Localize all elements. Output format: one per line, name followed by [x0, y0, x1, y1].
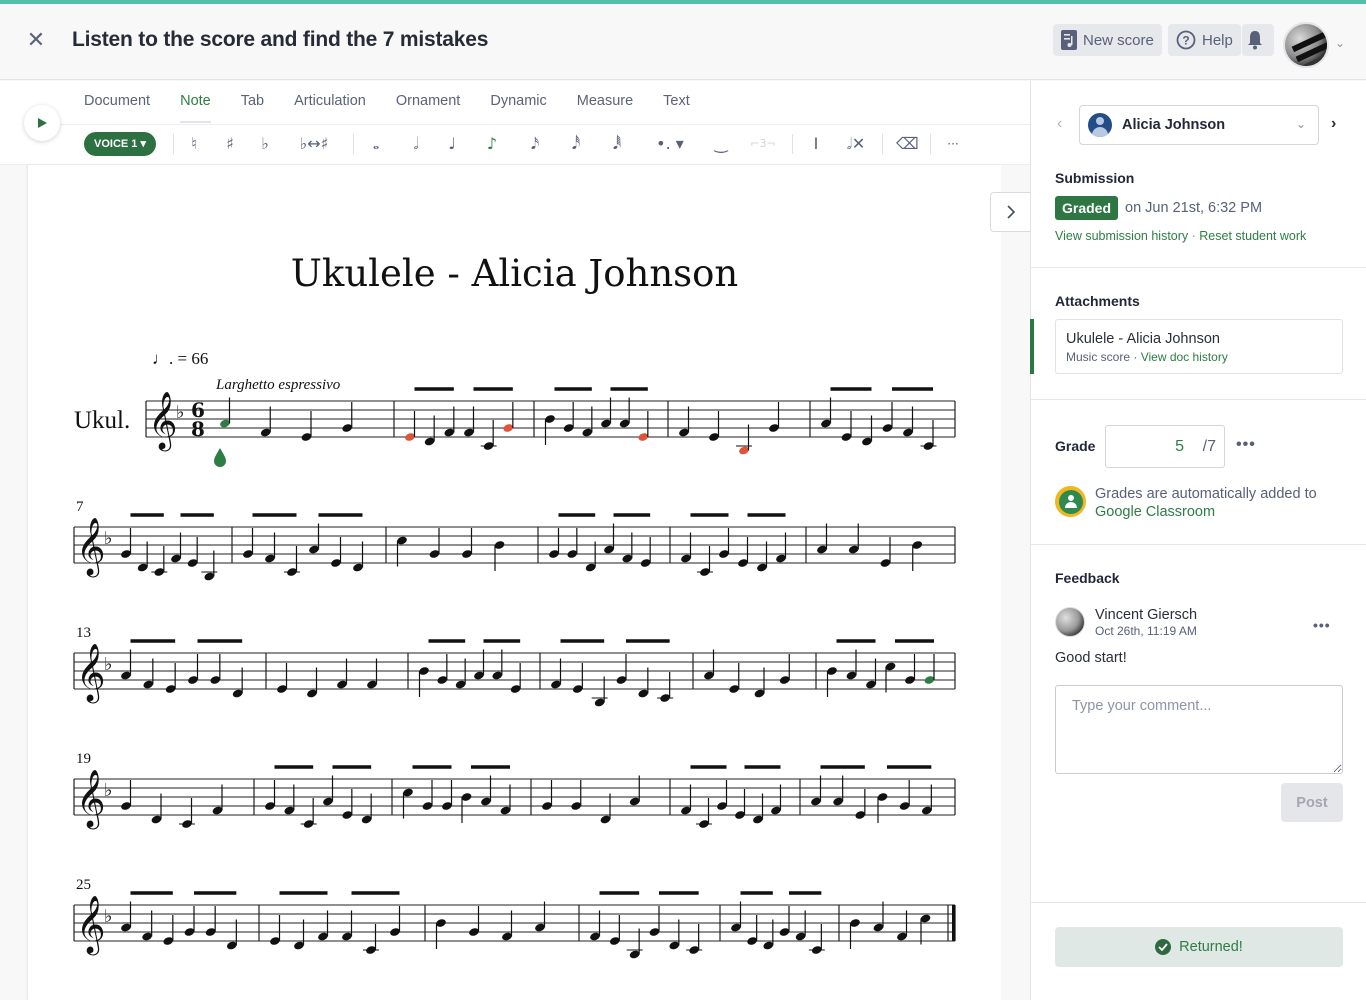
student-name: Alicia Johnson [1122, 117, 1226, 133]
attachment-card[interactable]: Ukulele - Alicia Johnson Music score · V… [1055, 319, 1343, 374]
link-separator: · [1130, 350, 1141, 364]
treble-clef-icon: 𝄞 [76, 769, 106, 830]
feedback-heading: Feedback [1055, 570, 1120, 586]
grade-input[interactable]: 5 /7 [1105, 425, 1225, 468]
attachments-heading: Attachments [1055, 293, 1140, 309]
returned-label: Returned! [1179, 939, 1243, 955]
view-submission-history-link[interactable]: View submission history [1055, 229, 1188, 243]
submission-heading: Submission [1055, 170, 1135, 186]
key-signature-flat-icon: ♭ [104, 906, 113, 927]
comment-date: Oct 26th, 11:19 AM [1095, 624, 1197, 638]
time-signature-bottom: 8 [191, 417, 205, 441]
notifications-button[interactable] [1242, 24, 1274, 56]
attachment-type: Music score [1066, 350, 1131, 364]
comment-input[interactable] [1055, 685, 1343, 774]
view-doc-history-link[interactable]: View doc history [1141, 350, 1228, 364]
grade-value[interactable]: 5 [1106, 438, 1184, 456]
user-avatar[interactable] [1283, 22, 1329, 68]
attachment-name: Ukulele - Alicia Johnson [1066, 331, 1220, 347]
submission-date: on Jun 21st, 6:32 PM [1125, 200, 1263, 216]
key-signature-flat-icon: ♭ [104, 654, 113, 675]
treble-clef-icon: 𝄞 [148, 391, 178, 452]
active-attachment-indicator [1030, 319, 1034, 374]
post-button[interactable]: Post [1281, 783, 1343, 822]
treble-clef-icon: 𝄞 [76, 895, 106, 956]
student-avatar-icon [1088, 113, 1112, 137]
comment-text: Good start! [1055, 650, 1127, 666]
new-score-button[interactable]: New score [1053, 24, 1162, 56]
help-label: Help [1202, 31, 1233, 49]
grade-more-button[interactable]: ••• [1236, 436, 1256, 454]
score-icon [1061, 30, 1077, 50]
google-classroom-icon [1055, 486, 1086, 517]
final-barline [952, 905, 956, 941]
reset-student-work-link[interactable]: Reset student work [1199, 229, 1306, 243]
treble-clef-icon: 𝄞 [76, 517, 106, 578]
next-student-button[interactable]: › [1331, 115, 1336, 133]
treble-clef-icon: 𝄞 [76, 643, 106, 704]
grade-label: Grade [1055, 438, 1096, 454]
commenter-name: Vincent Giersch [1095, 607, 1198, 623]
commenter-avatar [1055, 607, 1085, 637]
divider [1031, 267, 1366, 268]
classroom-sync-text: Grades are automatically added to [1095, 486, 1317, 502]
music-notation[interactable]: 𝄞♭ 68𝄞♭𝄞♭𝄞♭𝄞♭ [0, 0, 1030, 1000]
link-separator: · [1188, 229, 1200, 243]
google-classroom-link[interactable]: Google Classroom [1095, 504, 1215, 520]
check-circle-icon [1155, 939, 1172, 955]
previous-student-button[interactable]: ‹ [1057, 115, 1062, 133]
key-signature-flat-icon: ♭ [176, 402, 185, 423]
comment-more-button[interactable]: ••• [1313, 617, 1331, 633]
key-signature-flat-icon: ♭ [104, 528, 113, 549]
status-badge: Graded [1055, 196, 1119, 220]
new-score-label: New score [1083, 31, 1154, 49]
bell-icon [1248, 31, 1262, 50]
correct-marker-icon [214, 448, 226, 467]
chevron-down-icon[interactable]: ⌄ [1335, 36, 1345, 50]
grading-panel: ‹ Alicia Johnson ⌄ › Submission Graded o… [1030, 81, 1366, 1000]
student-selector[interactable]: Alicia Johnson ⌄ [1079, 105, 1319, 145]
chevron-down-icon: ⌄ [1295, 117, 1306, 131]
help-button[interactable]: ? Help [1168, 24, 1241, 56]
returned-button[interactable]: Returned! [1055, 927, 1343, 967]
key-signature-flat-icon: ♭ [104, 780, 113, 801]
divider [1031, 902, 1366, 903]
divider [1031, 399, 1366, 400]
grade-max: /7 [1202, 438, 1216, 455]
divider [1031, 544, 1366, 545]
svg-text:?: ? [1182, 34, 1189, 48]
help-icon: ? [1176, 30, 1196, 50]
